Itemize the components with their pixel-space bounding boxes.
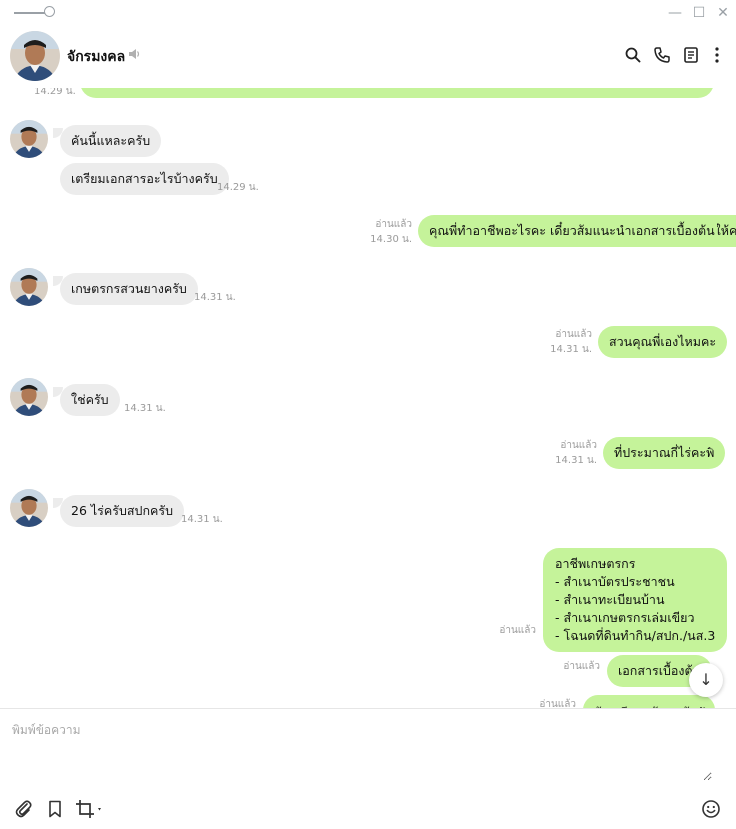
close-button[interactable]: ✕	[714, 4, 732, 22]
scroll-to-bottom-button[interactable]: ↓	[689, 663, 723, 697]
message-time: 14.31 น.	[555, 455, 597, 466]
outgoing-message[interactable]: คุณพี่ทำอาชีพอะไรคะ เดี๋ยวส้มแนะนำเอกสาร…	[418, 215, 736, 247]
read-receipt: อ่านแล้ว	[539, 699, 576, 708]
message-time: 14.31 น.	[124, 403, 166, 414]
read-receipt: อ่านแล้ว	[560, 440, 597, 451]
message-line: - สำเนาบัตรประชาชน	[555, 574, 675, 589]
read-receipt: อ่านแล้ว	[499, 625, 536, 636]
incoming-message[interactable]: เตรียมเอกสารอะไรบ้างครับ	[60, 163, 229, 195]
message-time: 14.31 น.	[194, 292, 236, 303]
incoming-message[interactable]: 26 ไร่ครับสปกครับ	[60, 495, 185, 527]
message-time: 14.29 น.	[217, 182, 259, 193]
attachment-icon[interactable]	[14, 799, 34, 819]
search-icon[interactable]	[624, 46, 642, 64]
notes-icon[interactable]	[682, 46, 700, 64]
contact-name[interactable]: จักรมงคล	[67, 46, 125, 68]
opacity-slider-knob[interactable]	[44, 6, 55, 17]
maximize-button[interactable]: ☐	[690, 4, 708, 22]
contact-avatar[interactable]	[10, 31, 60, 81]
message-composer	[0, 708, 736, 829]
incoming-message[interactable]: เกษตรกรสวนยางครับ	[60, 273, 198, 305]
message-time: 14.31 น.	[550, 344, 592, 355]
speaker-icon[interactable]	[127, 47, 141, 61]
message-line: อาชีพเกษตรกร	[555, 556, 636, 571]
outgoing-message-list[interactable]: อาชีพเกษตรกร - สำเนาบัตรประชาชน - สำเนาท…	[543, 548, 728, 652]
incoming-message[interactable]: คันนี้แหละครับ	[60, 125, 162, 157]
read-receipt: อ่านแล้ว	[375, 219, 412, 230]
phone-icon[interactable]	[653, 46, 671, 64]
bookmark-icon[interactable]	[45, 799, 65, 819]
minimize-button[interactable]: —	[666, 4, 684, 22]
message-line: - สำเนาเกษตรกรเล่มเขียว	[555, 610, 695, 625]
outgoing-message-partial[interactable]	[80, 88, 714, 98]
message-time: 14.29 น.	[34, 88, 76, 97]
crop-icon[interactable]	[75, 799, 105, 819]
contact-avatar-small[interactable]	[10, 268, 48, 306]
contact-avatar-small[interactable]	[10, 378, 48, 416]
read-receipt: อ่านแล้ว	[563, 661, 600, 672]
message-time: 14.30 น.	[370, 234, 412, 245]
more-icon[interactable]	[708, 46, 726, 64]
chat-header: จักรมงคล	[0, 26, 736, 88]
outgoing-message-partial[interactable]: ถ้าเตรียมพร้อมแล้วนัดหมายได้	[583, 695, 715, 708]
incoming-message[interactable]: ใช่ครับ	[60, 384, 120, 416]
read-receipt: อ่านแล้ว	[555, 329, 592, 340]
message-input[interactable]	[12, 721, 712, 781]
message-time: 14.31 น.	[181, 514, 223, 525]
opacity-slider-track[interactable]	[14, 12, 46, 14]
window-titlebar: — ☐ ✕	[0, 0, 736, 26]
emoji-icon[interactable]	[701, 799, 721, 819]
message-list[interactable]: 14.29 น. คันนี้แหละครับ เตรียมเอกสารอะไร…	[0, 88, 736, 708]
contact-avatar-small[interactable]	[10, 120, 48, 158]
message-line: - สำเนาทะเบียนบ้าน	[555, 592, 665, 607]
contact-avatar-small[interactable]	[10, 489, 48, 527]
message-line: - โฉนดที่ดินทำกิน/สปก./นส.3	[555, 628, 716, 643]
